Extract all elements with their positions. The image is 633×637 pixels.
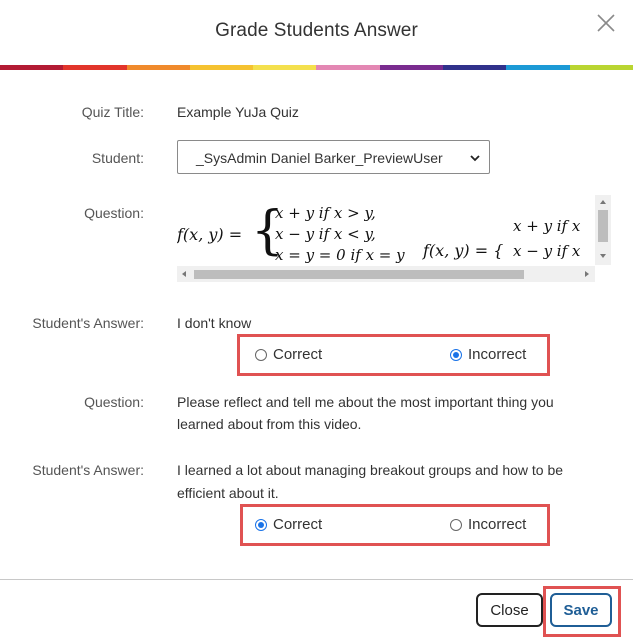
rainbow-segment <box>0 65 64 70</box>
grade-1-correct-option[interactable]: Correct <box>255 346 322 363</box>
rainbow-segment <box>253 65 317 70</box>
grade-2-correct-radio[interactable] <box>255 518 267 531</box>
rainbow-segment <box>316 65 380 70</box>
scroll-left-icon[interactable] <box>182 271 186 277</box>
grade-2-correct-option[interactable]: Correct <box>255 516 322 533</box>
vertical-scroll-thumb[interactable] <box>598 210 608 242</box>
horizontal-scroll-thumb[interactable] <box>194 270 524 279</box>
quiz-title-label: Quiz Title: <box>81 104 144 120</box>
student-select-value: _SysAdmin Daniel Barker_PreviewUser <box>196 150 443 166</box>
question-2-label: Question: <box>84 394 144 410</box>
grade-1-incorrect-option[interactable]: Incorrect <box>450 346 526 363</box>
formula-overflow-case-1: x + y if x <box>513 217 581 235</box>
formula-overflow-lhs: f(x, y) = { <box>422 241 503 260</box>
grade-1-incorrect-radio[interactable] <box>450 348 462 361</box>
horizontal-scrollbar[interactable] <box>177 266 595 282</box>
rainbow-segment <box>443 65 507 70</box>
question-1-formula[interactable]: f(x, y) = { x + y if x > y, x − y if x <… <box>177 195 611 282</box>
dialog-header: Grade Students Answer <box>0 0 633 66</box>
grade-2-incorrect-radio[interactable] <box>450 518 462 531</box>
answer-2-line-2: efficient about it. <box>177 485 279 501</box>
vertical-scrollbar[interactable] <box>595 195 611 265</box>
answer-1-label: Student's Answer: <box>32 315 144 331</box>
formula-lhs: f(x, y) = <box>177 225 242 244</box>
question-1-label: Question: <box>84 205 144 221</box>
student-select[interactable]: _SysAdmin Daniel Barker_PreviewUser <box>177 140 490 174</box>
formula-render: f(x, y) = { x + y if x > y, x − y if x <… <box>177 201 581 264</box>
question-2-line-2: learned about from this video. <box>177 416 362 432</box>
grade-1-incorrect-label: Incorrect <box>468 346 527 363</box>
grade-1-correct-label: Correct <box>273 346 323 363</box>
rainbow-divider <box>0 65 633 70</box>
footer-divider <box>0 579 633 580</box>
scroll-up-icon[interactable] <box>600 200 606 204</box>
close-button[interactable]: Close <box>476 593 543 627</box>
student-label: Student: <box>91 150 144 166</box>
question-2-line-1: Please reflect and tell me about the mos… <box>177 394 554 410</box>
formula-case-2: x − y if x < y, <box>275 225 376 243</box>
scroll-right-icon[interactable] <box>585 271 589 277</box>
formula-case-1: x + y if x > y, <box>275 204 376 222</box>
grade-2-incorrect-label: Incorrect <box>468 516 527 533</box>
rainbow-segment <box>569 65 633 70</box>
grade-2-correct-label: Correct <box>273 516 323 533</box>
answer-1-text: I don't know <box>177 315 252 331</box>
rainbow-segment <box>379 65 444 70</box>
formula-overflow-case-2: x − y if x <box>513 242 581 260</box>
quiz-title-value: Example YuJa Quiz <box>177 104 299 120</box>
rainbow-segment <box>63 65 127 70</box>
answer-2-label: Student's Answer: <box>32 462 144 478</box>
grade-2-incorrect-option[interactable]: Incorrect <box>450 516 526 533</box>
close-icon[interactable] <box>595 12 617 34</box>
chevron-down-icon <box>470 155 480 162</box>
grade-1-correct-radio[interactable] <box>255 348 267 361</box>
answer-2-line-1: I learned a lot about managing breakout … <box>177 462 564 478</box>
rainbow-segment <box>189 65 254 70</box>
dialog-title: Grade Students Answer <box>215 20 418 41</box>
save-button[interactable]: Save <box>550 593 612 627</box>
rainbow-segment <box>506 65 570 70</box>
rainbow-segment <box>126 65 190 70</box>
scroll-down-icon[interactable] <box>600 254 606 258</box>
formula-case-3: x = y = 0 if x = y <box>275 246 405 264</box>
